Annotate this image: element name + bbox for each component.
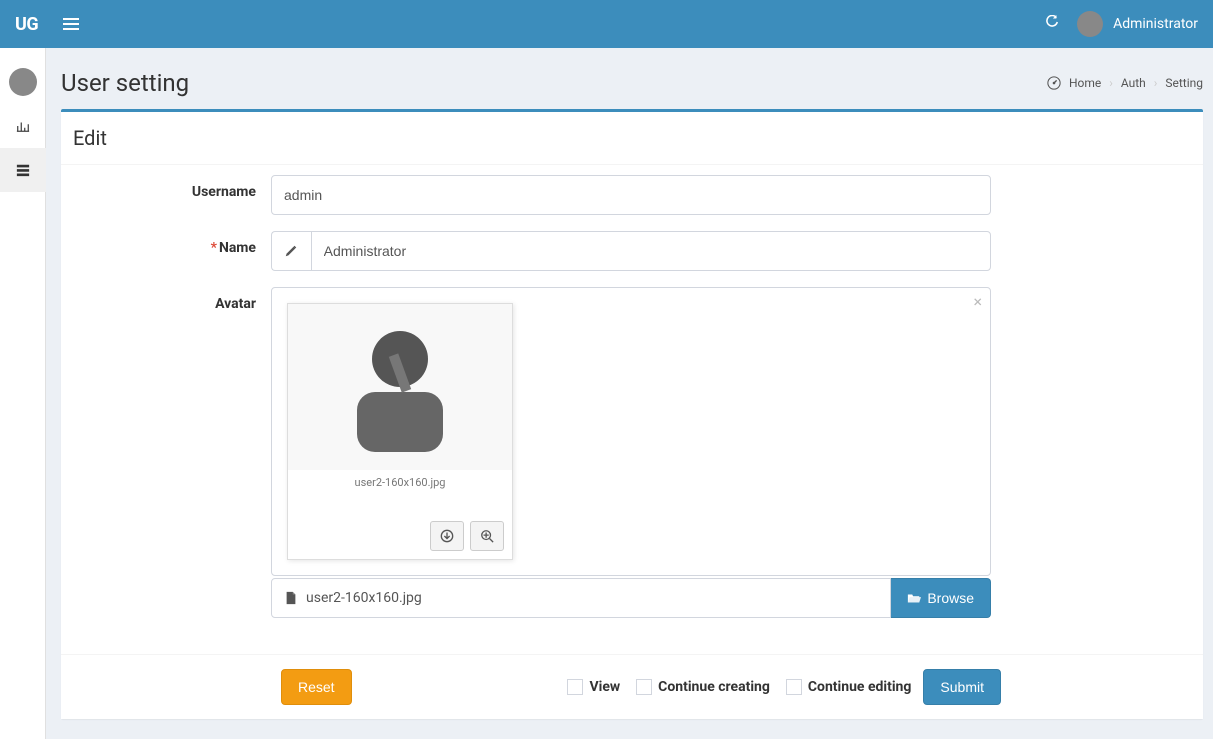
continue-editing-checkbox-input[interactable] xyxy=(786,679,802,695)
file-icon xyxy=(284,591,298,605)
form-row-avatar: Avatar × user2-160x160.jpg xyxy=(71,287,1193,618)
file-caption-row: user2-160x160.jpg Browse xyxy=(271,578,991,618)
thumb-actions xyxy=(288,493,512,559)
file-caption[interactable]: user2-160x160.jpg xyxy=(271,578,891,618)
folder-open-icon xyxy=(907,591,921,605)
browse-button[interactable]: Browse xyxy=(891,578,991,618)
form-row-name: *Name xyxy=(71,231,1193,271)
content: User setting Home › Auth › Setting Edit … xyxy=(46,48,1213,739)
continue-creating-checkbox[interactable]: Continue creating xyxy=(636,679,770,695)
header-right: Administrator xyxy=(1045,11,1198,37)
form-footer: Reset View Continue creating Continue xyxy=(281,669,1001,705)
box-header: Edit xyxy=(61,112,1203,165)
top-header: UG Administrator xyxy=(0,0,1213,48)
avatar-preview-image xyxy=(288,304,512,470)
sidebar-item-data[interactable] xyxy=(0,148,46,192)
box-footer: Reset View Continue creating Continue xyxy=(61,654,1203,719)
page-title: User setting xyxy=(61,69,189,97)
header-user-name: Administrator xyxy=(1113,16,1198,32)
submit-button[interactable]: Submit xyxy=(923,669,1001,705)
breadcrumb: Home › Auth › Setting xyxy=(1047,76,1203,90)
app-logo[interactable]: UG xyxy=(15,14,45,35)
chevron-right-icon: › xyxy=(1154,76,1158,90)
layout: User setting Home › Auth › Setting Edit … xyxy=(0,48,1213,739)
avatar-icon xyxy=(9,68,37,96)
zoom-in-icon xyxy=(480,529,494,543)
avatar-label: Avatar xyxy=(71,287,271,618)
user-menu[interactable]: Administrator xyxy=(1077,11,1198,37)
view-checkbox[interactable]: View xyxy=(567,679,620,695)
file-preview: × user2-160x160.jpg xyxy=(271,287,991,576)
hamburger-icon xyxy=(63,18,79,20)
username-input[interactable] xyxy=(271,175,991,215)
list-icon xyxy=(16,163,30,177)
name-label: *Name xyxy=(71,231,271,271)
form-row-username: Username xyxy=(71,175,1193,215)
bar-chart-icon xyxy=(16,119,30,133)
sidebar-toggle[interactable] xyxy=(55,7,87,41)
download-button[interactable] xyxy=(430,521,464,551)
file-caption-text: user2-160x160.jpg xyxy=(306,590,422,606)
reset-button[interactable]: Reset xyxy=(281,669,352,705)
page-header: User setting Home › Auth › Setting xyxy=(61,63,1203,109)
chevron-right-icon: › xyxy=(1109,76,1113,90)
footer-checks: View Continue creating Continue editing xyxy=(567,679,911,695)
zoom-button[interactable] xyxy=(470,521,504,551)
edit-box: Edit Username *Name xyxy=(61,109,1203,719)
avatar-filename: user2-160x160.jpg xyxy=(288,470,512,493)
box-body: Username *Name xyxy=(61,165,1203,654)
avatar-icon xyxy=(1077,11,1103,37)
view-checkbox-input[interactable] xyxy=(567,679,583,695)
required-asterisk: * xyxy=(211,240,217,256)
name-input[interactable] xyxy=(311,231,991,271)
dashboard-icon xyxy=(1047,76,1061,90)
continue-editing-checkbox[interactable]: Continue editing xyxy=(786,679,912,695)
refresh-icon[interactable] xyxy=(1045,15,1059,33)
breadcrumb-setting: Setting xyxy=(1165,76,1203,90)
sidebar-item-profile[interactable] xyxy=(0,60,46,104)
breadcrumb-auth[interactable]: Auth xyxy=(1121,76,1146,90)
continue-creating-checkbox-input[interactable] xyxy=(636,679,652,695)
pencil-icon xyxy=(271,231,311,271)
breadcrumb-home[interactable]: Home xyxy=(1069,76,1101,90)
sidebar-item-stats[interactable] xyxy=(0,104,46,148)
avatar-thumb-card: user2-160x160.jpg xyxy=(287,303,513,560)
sidebar xyxy=(0,48,46,739)
download-icon xyxy=(440,529,454,543)
username-label: Username xyxy=(71,175,271,215)
close-icon[interactable]: × xyxy=(973,292,982,311)
